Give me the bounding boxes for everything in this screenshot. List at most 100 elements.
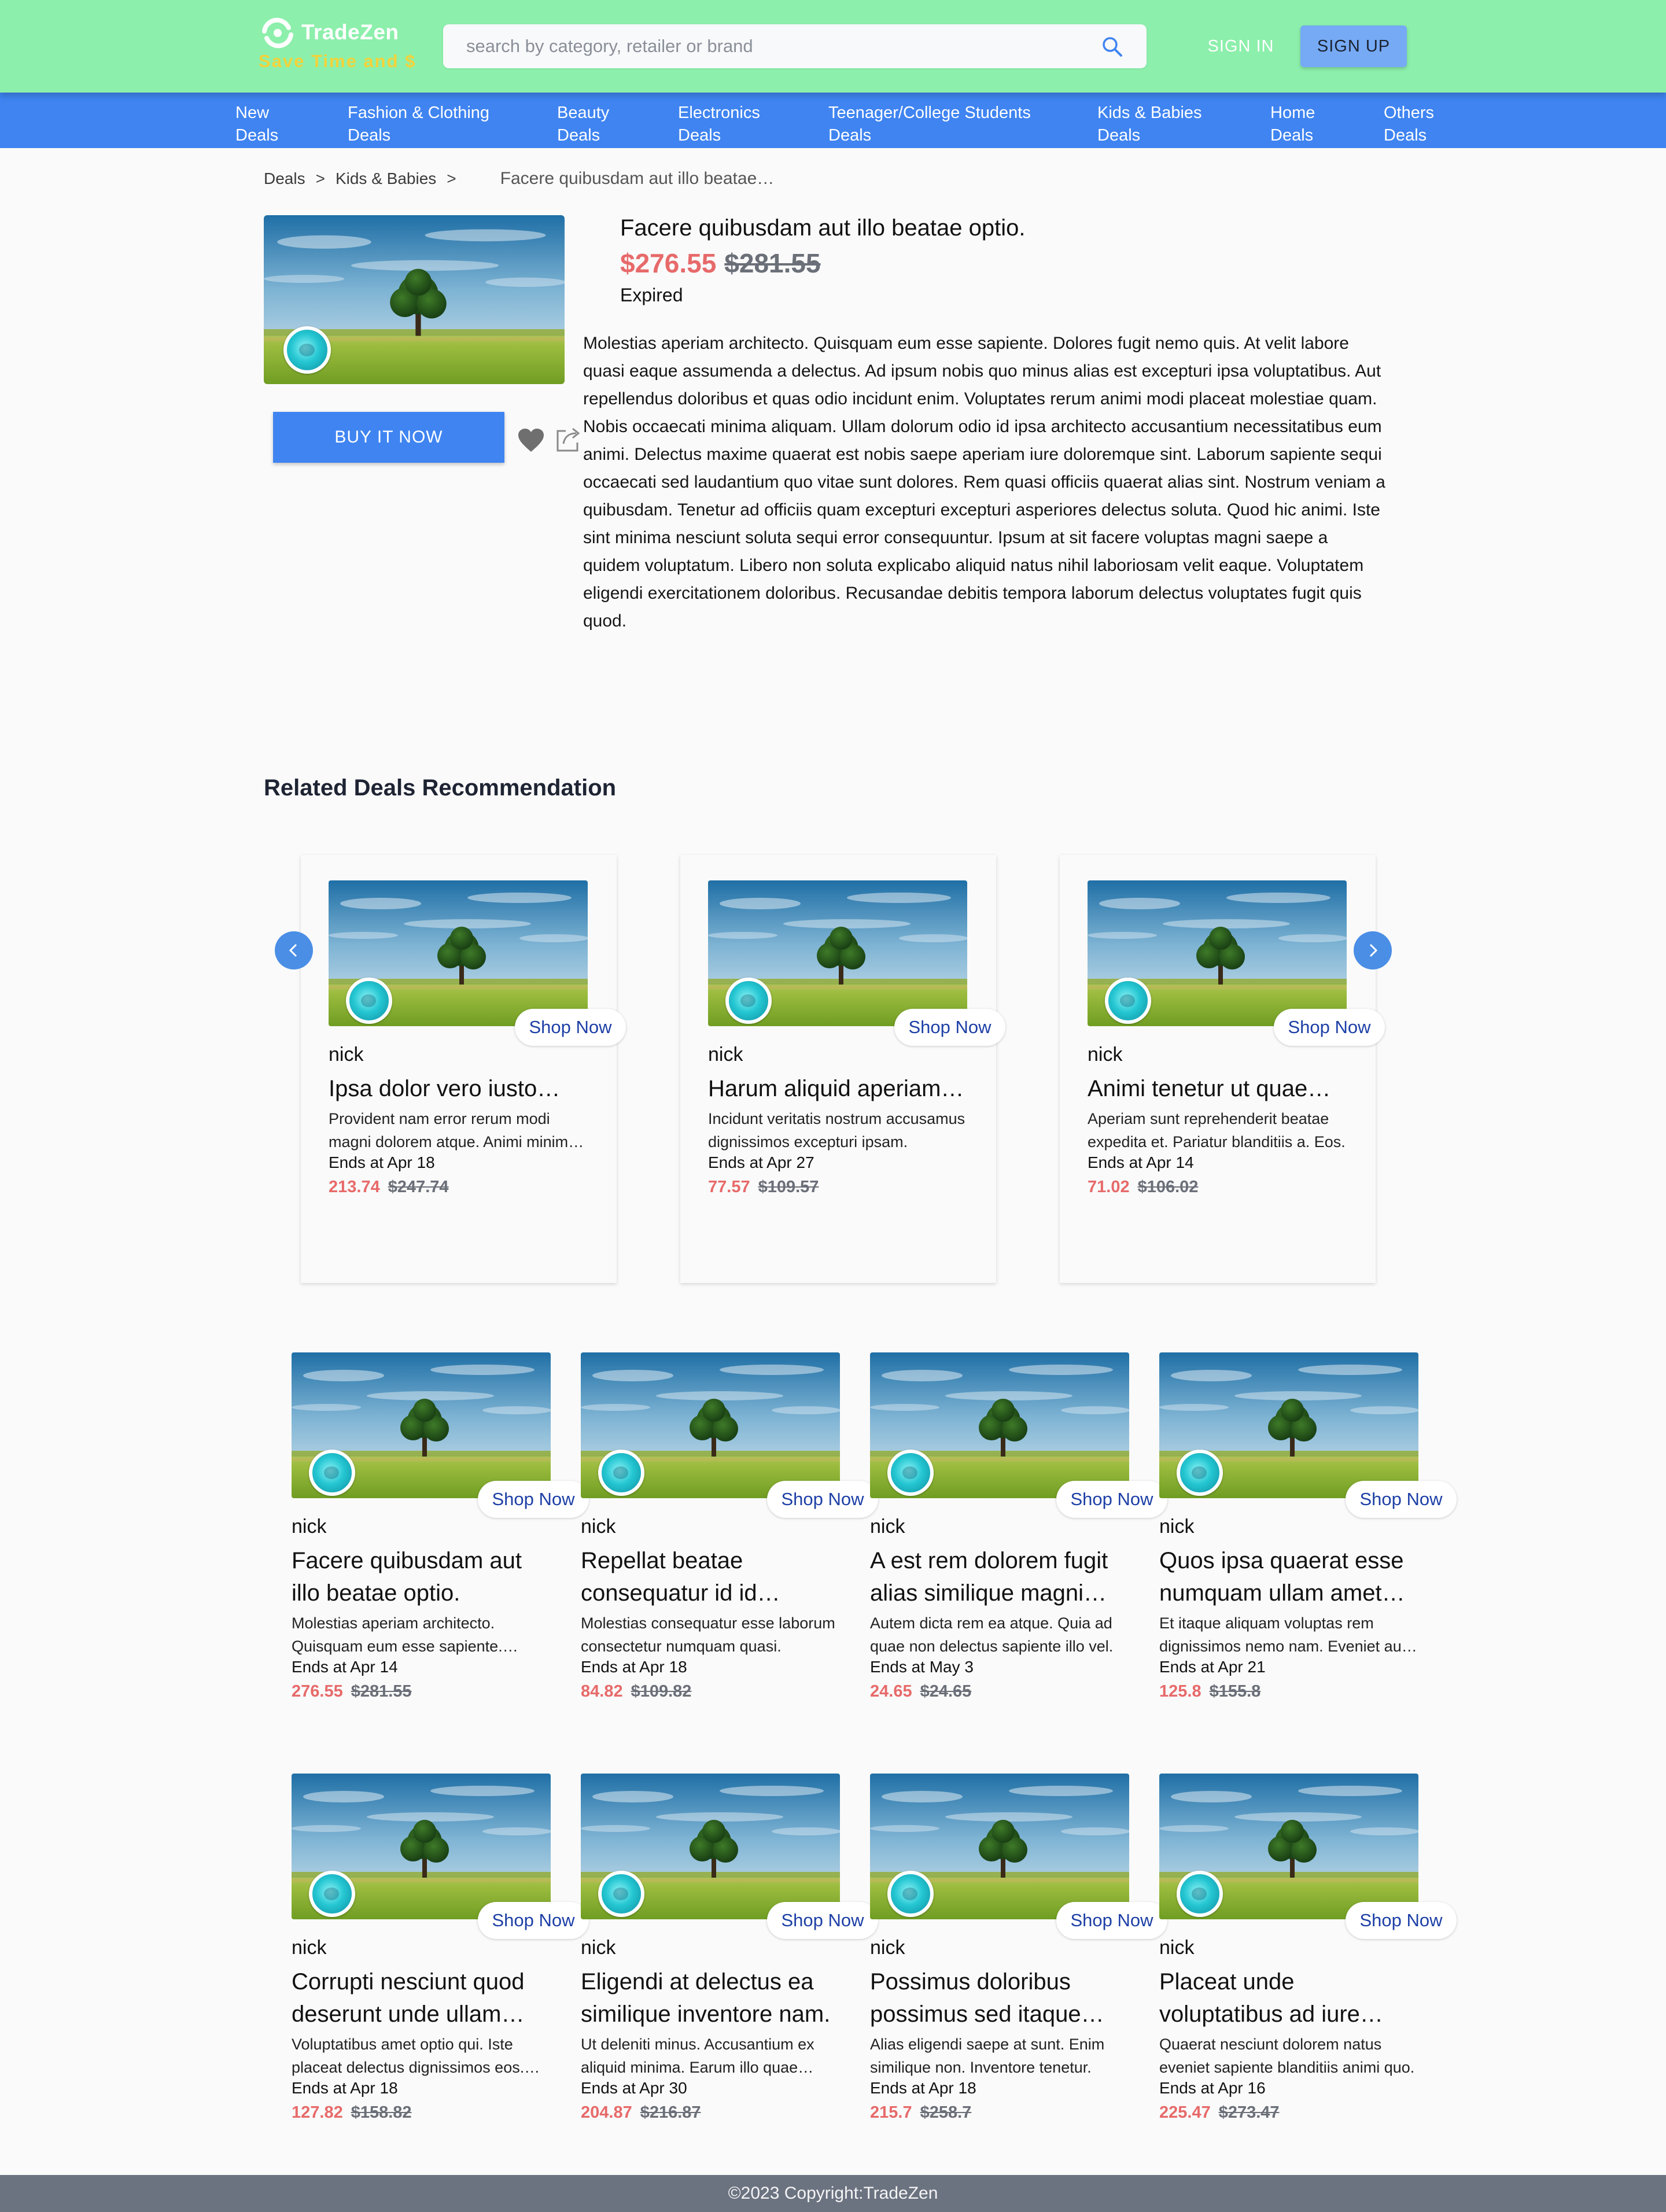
breadcrumb-deals[interactable]: Deals <box>264 169 305 188</box>
nav-label: Deals <box>348 126 391 145</box>
current-price: 276.55 <box>292 1682 343 1701</box>
breadcrumb-separator: > <box>315 169 325 187</box>
page-footer: ©2023 Copyright:TradeZen <box>0 2175 1666 2212</box>
copyright-text: ©2023 Copyright:TradeZen <box>728 2184 938 2203</box>
shop-now-button[interactable]: Shop Now <box>1056 1481 1167 1518</box>
deal-title: A est rem dolorem fugit alias similique … <box>870 1548 1108 1606</box>
avatar <box>346 978 392 1024</box>
deal-author: nick <box>329 1044 364 1066</box>
avatar <box>598 1450 644 1496</box>
deal-title: Placeat unde voluptatibus ad iure ration… <box>1159 1969 1360 2027</box>
deal-description: Et itaque aliquam voluptas rem dignissim… <box>1159 1614 1406 1655</box>
deal-description: Molestias consequatur esse laborum conse… <box>581 1614 835 1655</box>
deal-end-date: Ends at Apr 18 <box>870 2079 976 2097</box>
deal-prices: 24.65 $24.65 <box>870 1682 971 1701</box>
deal-title: Facere quibusdam aut illo beatae optio. <box>292 1548 522 1606</box>
deal-author: nick <box>292 1516 327 1538</box>
current-price: $276.55 <box>620 248 717 278</box>
avatar <box>1177 1450 1223 1496</box>
nav-label: Others <box>1384 104 1435 122</box>
original-price: $258.7 <box>920 2103 972 2122</box>
carousel-prev-button[interactable] <box>275 931 313 969</box>
avatar <box>1105 978 1151 1024</box>
deal-description: Alias eligendi saepe at sunt. Enim simil… <box>870 2036 1105 2076</box>
shop-now-button[interactable]: Shop Now <box>1056 1902 1167 1939</box>
related-deals-heading: Related Deals Recommendation <box>264 775 617 801</box>
deal-description: Molestias aperiam architecto. Quisquam e… <box>292 1614 503 1655</box>
original-price: $273.47 <box>1218 2103 1280 2122</box>
shop-now-button[interactable]: Shop Now <box>894 1009 1005 1046</box>
deal-description: Molestias aperiam architecto. Quisquam e… <box>583 334 1385 631</box>
nav-label: Deals <box>1097 126 1141 145</box>
nav-label: Deals <box>1270 126 1314 145</box>
category-nav: New Deals Fashion & Clothing Deals Beauty D… <box>0 93 1666 148</box>
original-price: $281.55 <box>724 248 821 278</box>
shop-now-button[interactable]: Shop Now <box>478 1902 589 1939</box>
deal-description: Incidunt veritatis nostrum accusamus dig… <box>708 1110 965 1151</box>
sign-up-button[interactable]: SIGN UP <box>1300 25 1407 67</box>
nav-kids-babies-deals[interactable]: Kids & Babies Deals <box>1097 102 1202 147</box>
breadcrumb-current: Facere quibusdam aut illo beatae… <box>500 169 775 188</box>
shop-now-button[interactable]: Shop Now <box>767 1902 878 1939</box>
deal-prices: 276.55 $281.55 <box>292 1682 412 1701</box>
nav-home-deals[interactable]: Home Deals <box>1270 102 1315 147</box>
deal-author: nick <box>1159 1516 1195 1538</box>
current-price: 213.74 <box>329 1178 380 1196</box>
nav-beauty-deals[interactable]: Beauty Deals <box>557 102 609 147</box>
current-price: 204.87 <box>581 2103 632 2122</box>
deal-prices: 71.02 $106.02 <box>1088 1178 1198 1197</box>
nav-label: Teenager/College Students <box>828 104 1031 122</box>
brand-name: TradeZen <box>301 20 399 44</box>
nav-label: Kids & Babies <box>1097 104 1202 122</box>
carousel-next-button[interactable] <box>1354 931 1392 969</box>
avatar <box>887 1871 934 1917</box>
chevron-right-icon <box>1369 943 1378 957</box>
deal-title: Animi tenetur ut quae enim. <box>1088 1076 1308 1101</box>
deal-prices: 77.57 $109.57 <box>708 1178 819 1197</box>
deal-title: Eligendi at delectus ea similique invent… <box>581 1969 831 2027</box>
deal-end-date: Ends at Apr 14 <box>292 1658 398 1676</box>
avatar <box>309 1871 355 1917</box>
deal-author: nick <box>581 1937 616 1959</box>
search-bar <box>443 24 1147 68</box>
original-price: $109.57 <box>758 1178 819 1196</box>
shop-now-button[interactable]: Shop Now <box>1346 1902 1457 1939</box>
nav-teenager-college-deals[interactable]: Teenager/College Students Deals <box>828 102 1031 147</box>
shop-now-button[interactable]: Shop Now <box>1346 1481 1457 1518</box>
deal-author: nick <box>292 1937 327 1959</box>
deal-prices: 213.74 $247.74 <box>329 1178 449 1197</box>
nav-electronics-deals[interactable]: Electronics Deals <box>678 102 760 147</box>
avatar <box>598 1871 644 1917</box>
nav-others-deals[interactable]: Others Deals <box>1384 102 1434 147</box>
chevron-left-icon <box>289 943 297 957</box>
deal-author: nick <box>581 1516 616 1538</box>
original-price: $109.82 <box>631 1682 692 1701</box>
nav-fashion-clothing-deals[interactable]: Fashion & Clothing Deals <box>348 102 489 147</box>
breadcrumb-kids-babies[interactable]: Kids & Babies <box>336 169 436 188</box>
brand-logo[interactable]: TradeZen Save Time and $ <box>259 15 432 79</box>
nav-label: Fashion & Clothing <box>348 104 490 122</box>
nav-new-deals[interactable]: New Deals <box>235 102 278 147</box>
shop-now-button[interactable]: Shop Now <box>767 1481 878 1518</box>
brand-tagline: Save Time and $ <box>259 51 417 71</box>
shop-now-button[interactable]: Shop Now <box>478 1481 589 1518</box>
search-input[interactable] <box>466 24 1074 68</box>
shop-now-button[interactable]: Shop Now <box>515 1009 626 1046</box>
deal-description: Provident nam error rerum modi magni dol… <box>329 1110 577 1151</box>
search-icon[interactable] <box>1101 36 1123 58</box>
deal-description: Quaerat nesciunt dolorem natus eveniet s… <box>1159 2036 1415 2076</box>
current-price: 125.8 <box>1159 1682 1201 1701</box>
heart-icon[interactable] <box>517 427 545 453</box>
share-icon[interactable] <box>554 426 582 453</box>
deal-description: Autem dicta rem ea atque. Quia ad quae n… <box>870 1614 1114 1655</box>
deal-title: Possimus doloribus possimus sed itaque m… <box>870 1969 1081 2027</box>
current-price: 215.7 <box>870 2103 912 2122</box>
sign-in-button[interactable]: SIGN IN <box>1192 25 1290 67</box>
nav-label: Deals <box>678 126 721 145</box>
deal-author: nick <box>870 1937 905 1959</box>
deal-author: nick <box>1088 1044 1123 1066</box>
current-price: 84.82 <box>581 1682 623 1701</box>
deal-title: Repellat beatae consequatur id id volupt… <box>581 1548 757 1606</box>
buy-it-now-button[interactable]: BUY IT NOW <box>273 412 504 463</box>
shop-now-button[interactable]: Shop Now <box>1274 1009 1385 1046</box>
